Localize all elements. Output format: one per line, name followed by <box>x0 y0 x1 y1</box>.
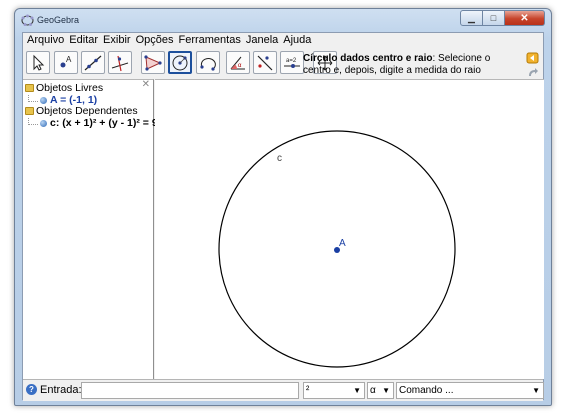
line-tool-button[interactable] <box>81 51 105 74</box>
menu-ajuda[interactable]: Ajuda <box>281 33 314 48</box>
input-field[interactable] <box>81 382 299 399</box>
dependent-objects-label: Objetos Dependentes <box>36 105 138 117</box>
window-title: GeoGebra <box>37 15 80 25</box>
ellipse-tool-icon <box>200 57 216 71</box>
point-a-label: A <box>339 238 346 249</box>
close-button[interactable]: ✕ <box>505 10 545 26</box>
input-label: Entrada: <box>40 384 82 396</box>
ellipse-tool-button[interactable] <box>196 51 220 74</box>
maximize-button[interactable]: □ <box>483 10 505 26</box>
menu-janela[interactable]: Janela <box>244 33 281 48</box>
graphics-canvas[interactable]: c A <box>155 80 544 380</box>
minimize-button[interactable]: ▁ <box>460 10 483 26</box>
visibility-toggle-icon[interactable] <box>40 119 47 127</box>
folder-icon <box>25 107 34 115</box>
svg-text:A: A <box>66 55 72 64</box>
input-help-icon[interactable]: ? <box>26 384 37 395</box>
line-tool-icon <box>84 55 102 70</box>
menu-editar[interactable]: Editar <box>67 33 101 48</box>
superscript-combo-value: ² <box>306 385 310 396</box>
reflect-line-tool-button[interactable] <box>253 51 277 74</box>
slider-tool-icon: a=2 <box>284 58 300 68</box>
dropdown-arrow-icon: ▼ <box>382 386 390 395</box>
menu-exibir[interactable]: Exibir <box>101 33 134 48</box>
title-bar: GeoGebra ▁ □ ✕ <box>15 9 551 33</box>
tool-help-text: Círculo dados centro e raio: Selecione o… <box>303 53 515 77</box>
geogebra-app-icon <box>21 14 34 26</box>
free-objects-folder[interactable]: Objetos Livres <box>25 82 103 94</box>
slider-tool-label: a=2 <box>286 58 297 64</box>
dependent-objects-folder[interactable]: Objetos Dependentes <box>25 105 138 117</box>
folder-icon <box>25 84 34 92</box>
polygon-tool-icon <box>144 54 162 71</box>
polygon-tool-button[interactable] <box>141 51 165 74</box>
redo-icon[interactable] <box>526 66 539 78</box>
perpendicular-line-tool-icon <box>111 55 129 71</box>
circle-c-equation: c: (x + 1)² + (y - 1)² = 9 <box>50 117 158 129</box>
algebra-view: ✕ Objetos Livres A = (-1, 1) Objetos Dep… <box>23 79 158 379</box>
tool-help-title: Círculo dados centro e raio <box>303 53 433 64</box>
move-tool-icon <box>33 54 45 71</box>
svg-text:α: α <box>238 63 242 69</box>
circle-c-label: c <box>277 153 282 164</box>
perpendicular-line-tool-button[interactable] <box>108 51 132 74</box>
dropdown-arrow-icon: ▼ <box>353 386 361 395</box>
command-combo-value: Comando ... <box>399 385 454 396</box>
toolbar: A α a=2 Círculo dados centro e raio: Sel… <box>23 49 543 80</box>
menu-opcoes[interactable]: Opções <box>134 33 177 48</box>
menu-arquivo[interactable]: Arquivo <box>25 33 67 48</box>
circle-center-point-tool-button[interactable] <box>168 51 192 74</box>
maximize-icon: □ <box>490 13 497 23</box>
new-point-tool-button[interactable]: A <box>54 51 78 74</box>
algebra-view-close-icon[interactable]: ✕ <box>142 79 150 90</box>
angle-tool-button[interactable]: α <box>226 51 250 74</box>
angle-tool-icon: α <box>230 56 245 69</box>
undo-icon[interactable] <box>526 52 539 64</box>
slider-tool-button[interactable]: a=2 <box>280 51 304 74</box>
client-area: Arquivo Editar Exibir Opções Ferramentas… <box>22 32 544 401</box>
minimize-icon: ▁ <box>468 12 475 23</box>
menu-bar: Arquivo Editar Exibir Opções Ferramentas… <box>23 33 543 48</box>
input-bar: ? Entrada: ² ▼ α ▼ Comando ... ▼ <box>23 379 544 401</box>
close-icon: ✕ <box>520 12 529 24</box>
algebra-item-circle-c[interactable]: c: (x + 1)² + (y - 1)² = 9 <box>25 117 158 129</box>
superscript-combo[interactable]: ² ▼ <box>303 382 365 399</box>
circle-center-point-tool-icon <box>172 55 188 70</box>
greek-combo[interactable]: α ▼ <box>367 382 394 399</box>
dropdown-arrow-icon: ▼ <box>532 386 540 395</box>
command-combo[interactable]: Comando ... ▼ <box>396 382 544 399</box>
menu-ferramentas[interactable]: Ferramentas <box>176 33 243 48</box>
app-window: GeoGebra ▁ □ ✕ Arquivo Editar Exibir Opç… <box>14 8 552 406</box>
greek-combo-value: α <box>370 385 376 396</box>
move-tool-button[interactable] <box>26 51 50 74</box>
free-objects-label: Objetos Livres <box>36 82 104 94</box>
reflect-line-tool-icon <box>257 55 273 70</box>
new-point-tool-icon: A <box>60 55 72 67</box>
graphics-view[interactable]: c A <box>155 79 544 379</box>
visibility-toggle-icon[interactable] <box>40 96 47 104</box>
